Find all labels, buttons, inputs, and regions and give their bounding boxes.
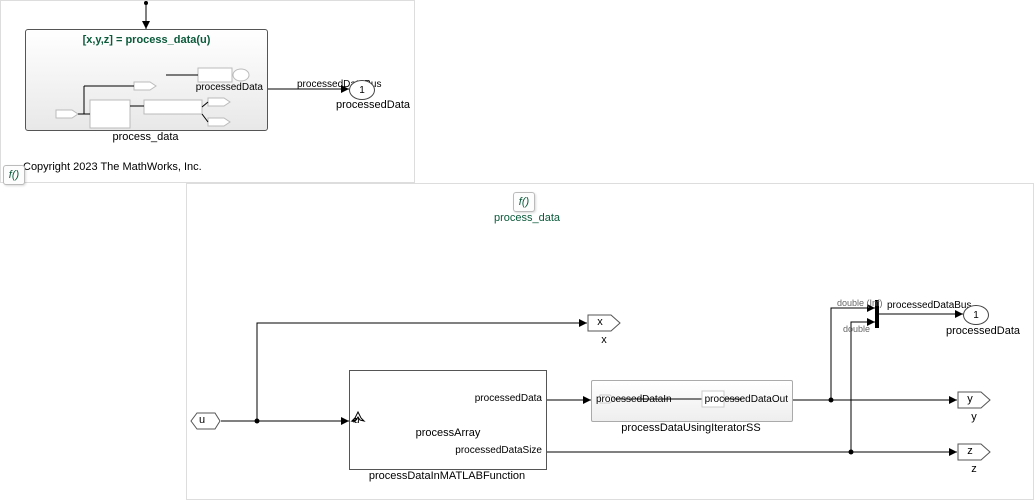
matlab-fn-out-1: processedData	[475, 393, 542, 404]
fn-title: process_data	[487, 212, 567, 224]
process-data-inner-preview	[26, 30, 267, 130]
bottom-panel: processedDataBus double (Inf) double f()…	[186, 183, 1034, 500]
bus-label: processedDataBus	[887, 300, 972, 311]
fn-nav-badge[interactable]: f()	[3, 165, 25, 185]
inport-u[interactable]: u	[187, 412, 221, 430]
matlab-fn-out-2: processedDataSize	[455, 445, 542, 456]
iterator-name: processDataUsingIteratorSS	[591, 422, 791, 434]
matlab-fn-name: processDataInMATLABFunction	[349, 470, 545, 482]
outport-processed-data[interactable]: 1	[963, 305, 989, 325]
outport-number: 1	[359, 85, 365, 96]
goto-y[interactable]: y	[957, 391, 991, 409]
matlab-icon	[350, 409, 366, 425]
outport-1[interactable]: 1	[349, 80, 375, 100]
goto-y-name: y	[957, 411, 991, 423]
iterator-block[interactable]: processedDataIn processedDataOut	[591, 380, 793, 422]
outport-1-name: processedData	[336, 99, 396, 111]
matlab-fn-title: processArray	[350, 427, 546, 439]
goto-x-name: x	[587, 334, 621, 346]
copyright: Copyright 2023 The MathWorks, Inc.	[23, 161, 202, 173]
double-inf-label: double (Inf)	[837, 298, 883, 308]
outport-processed-data-name: processedData	[943, 325, 1023, 337]
top-panel: processedDataBus [x,y,z] = process_data(…	[0, 0, 415, 183]
iter-out-port: processedDataOut	[705, 394, 788, 405]
process-data-block[interactable]: [x,y,z] = process_data(u)	[25, 29, 268, 131]
fn-title-badge[interactable]: f()	[513, 192, 535, 212]
goto-z[interactable]: z	[957, 443, 991, 461]
goto-x[interactable]: x	[587, 314, 621, 332]
goto-z-name: z	[957, 463, 991, 475]
double-label: double	[843, 324, 870, 334]
process-data-name: process_data	[25, 131, 266, 143]
processed-data-port-label: processedData	[196, 82, 263, 93]
iter-in-port: processedDataIn	[596, 394, 672, 405]
matlab-fn-block[interactable]: u processedData processedDataSize proces…	[349, 370, 547, 470]
